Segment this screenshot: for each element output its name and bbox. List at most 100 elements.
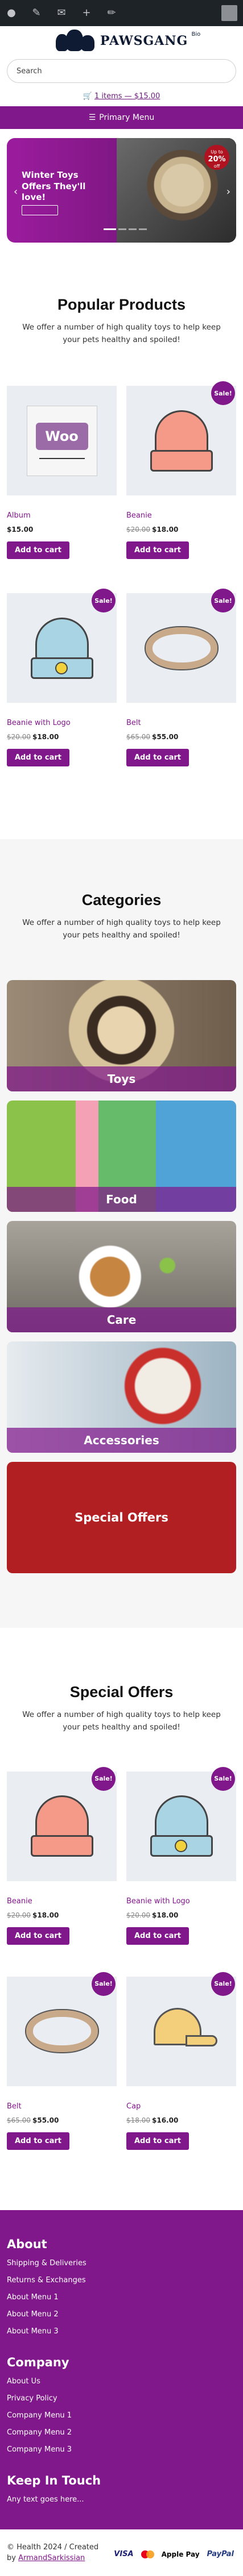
sale-badge: Sale! — [211, 1766, 235, 1791]
old-price: $65.00 — [7, 2116, 31, 2124]
user-avatar[interactable] — [221, 5, 237, 21]
product-card: Sale! Cap $18.00 $16.00 Add to cart — [126, 1971, 236, 2150]
mini-cart[interactable]: 🛒 1 items — $15.00 — [0, 92, 243, 101]
copyright-by: by — [7, 2553, 16, 2562]
product-name[interactable]: Cap — [126, 2102, 236, 2111]
search-placeholder: Search — [17, 66, 42, 76]
popular-lead: We offer a number of high quality toys t… — [22, 323, 221, 344]
badge-bottom: off — [213, 164, 220, 169]
add-to-cart-button[interactable]: Add to cart — [126, 2132, 189, 2150]
hero-slider[interactable]: Winter Toys Offers They'll love! Up to 2… — [7, 138, 236, 243]
category-tile-care[interactable]: Care — [7, 1221, 236, 1333]
admin-bar: ● ✎ ✉ + ✏ — [0, 0, 243, 26]
woo-album-image: Woo — [26, 405, 97, 476]
popular-products-section: Popular Products We offer a number of hi… — [0, 296, 243, 767]
footer-link[interactable]: About Menu 3 — [7, 2327, 236, 2336]
add-to-cart-button[interactable]: Add to cart — [126, 749, 189, 767]
cart-total: 1 items — $15.00 — [94, 92, 160, 101]
search-input[interactable]: Search — [7, 59, 236, 83]
beanie-blue-image — [150, 1795, 213, 1857]
product-grid: Sale! Beanie $20.00 $18.00 Add to cart Sale! B… — [7, 1766, 236, 2150]
special-heading: Special Offers — [69, 1683, 174, 1701]
belt-image — [144, 626, 219, 670]
add-to-cart-button[interactable]: Add to cart — [7, 1927, 69, 1945]
product-name[interactable]: Beanie with Logo — [126, 1897, 236, 1906]
beanie-orange-image — [30, 1795, 93, 1857]
product-image[interactable]: Woo — [7, 386, 117, 496]
product-card: Sale! Belt $65.00 $55.00 Add to cart — [126, 589, 236, 767]
discount-badge: Up to 20% off — [204, 145, 229, 170]
footer-link[interactable]: About Us — [7, 2377, 236, 2386]
slider-dots[interactable] — [104, 228, 147, 230]
add-to-cart-button[interactable]: Add to cart — [126, 1927, 189, 1945]
current-price: $18.00 — [32, 1911, 59, 1919]
sale-badge: Sale! — [92, 1766, 116, 1791]
categories-lead: We offer a number of high quality toys t… — [22, 918, 221, 940]
sale-badge: Sale! — [211, 381, 235, 406]
mastercard-icon — [139, 2548, 156, 2561]
old-price: $20.00 — [126, 526, 150, 534]
footer-link[interactable]: Company Menu 3 — [7, 2445, 236, 2454]
special-offers-section: Special Offers We offer a number of high… — [0, 1683, 243, 2150]
sale-badge: Sale! — [211, 1971, 235, 1996]
old-price: $20.00 — [126, 1911, 150, 1919]
product-price: $20.00 $18.00 — [126, 526, 236, 533]
add-to-cart-button[interactable]: Add to cart — [126, 541, 189, 560]
pencil-icon[interactable]: ✏ — [106, 7, 117, 19]
product-name[interactable]: Belt — [126, 719, 236, 727]
copyright-text: © Health 2024 / Created — [7, 2542, 99, 2552]
badge-top: Up to — [211, 149, 223, 155]
primary-menu-toggle[interactable]: ☰ Primary Menu — [0, 106, 243, 129]
product-name[interactable]: Belt — [7, 2102, 117, 2111]
product-card: Sale! Beanie $20.00 $18.00 Add to cart — [126, 381, 236, 560]
footer-link[interactable]: Company Menu 1 — [7, 2411, 236, 2420]
hamburger-icon: ☰ — [88, 113, 96, 122]
plus-icon[interactable]: + — [81, 7, 92, 19]
product-name[interactable]: Beanie — [7, 1897, 117, 1906]
footer-company-heading: Company — [7, 2355, 69, 2369]
footer-link[interactable]: About Menu 1 — [7, 2293, 236, 2302]
product-name[interactable]: Beanie with Logo — [7, 719, 117, 727]
old-price: $18.00 — [126, 2116, 150, 2124]
special-lead: We offer a number of high quality toys t… — [22, 1710, 221, 1732]
add-to-cart-button[interactable]: Add to cart — [7, 749, 69, 767]
comment-icon[interactable]: ✉ — [56, 7, 67, 19]
category-tile-food[interactable]: Food — [7, 1101, 236, 1212]
hero-button[interactable] — [22, 205, 58, 215]
author-link[interactable]: ArmandSarkissian — [18, 2554, 85, 2562]
visa-icon: VISA — [114, 2550, 134, 2559]
wordpress-icon[interactable]: ● — [6, 7, 17, 19]
footer-link[interactable]: Privacy Policy — [7, 2394, 236, 2403]
category-tile-special-offers[interactable]: Special Offers — [7, 1462, 236, 1574]
category-label: Toys — [7, 1066, 236, 1092]
belt-image — [24, 2009, 99, 2054]
badge-percent: 20% — [208, 155, 226, 164]
apple-pay-icon: Apple Pay — [161, 2550, 200, 2558]
footer-link[interactable]: Returns & Exchanges — [7, 2276, 236, 2285]
popular-heading: Popular Products — [57, 296, 186, 313]
add-to-cart-button[interactable]: Add to cart — [7, 541, 69, 560]
paint-brush-icon[interactable]: ✎ — [31, 7, 42, 19]
footer-keep-text: Any text goes here... — [7, 2495, 84, 2504]
product-card: Woo Album $15.00 Add to cart — [7, 386, 117, 560]
current-price: $55.00 — [152, 733, 179, 741]
chevron-right-icon[interactable]: › — [226, 186, 230, 198]
product-price: $65.00 $55.00 — [7, 2116, 117, 2124]
category-label: Accessories — [7, 1428, 236, 1453]
footer-link[interactable]: Company Menu 2 — [7, 2428, 236, 2437]
product-price: $18.00 $16.00 — [126, 2116, 236, 2124]
add-to-cart-button[interactable]: Add to cart — [7, 2132, 69, 2150]
product-name[interactable]: Album — [7, 511, 117, 520]
beanie-blue-image — [30, 617, 93, 679]
current-price: $55.00 — [32, 2116, 59, 2124]
categories-heading: Categories — [81, 891, 162, 909]
product-name[interactable]: Beanie — [126, 511, 236, 520]
cap-image — [146, 2008, 217, 2054]
product-card: Sale! Beanie $20.00 $18.00 Add to cart — [7, 1766, 117, 1945]
category-tile-toys[interactable]: Toys — [7, 980, 236, 1092]
footer-link[interactable]: Shipping & Deliveries — [7, 2259, 236, 2267]
footer-link[interactable]: About Menu 2 — [7, 2310, 236, 2319]
category-tile-accessories[interactable]: Accessories — [7, 1341, 236, 1453]
chevron-left-icon[interactable]: ‹ — [14, 186, 18, 198]
site-logo[interactable]: PAWSGANG Bio — [56, 30, 200, 52]
